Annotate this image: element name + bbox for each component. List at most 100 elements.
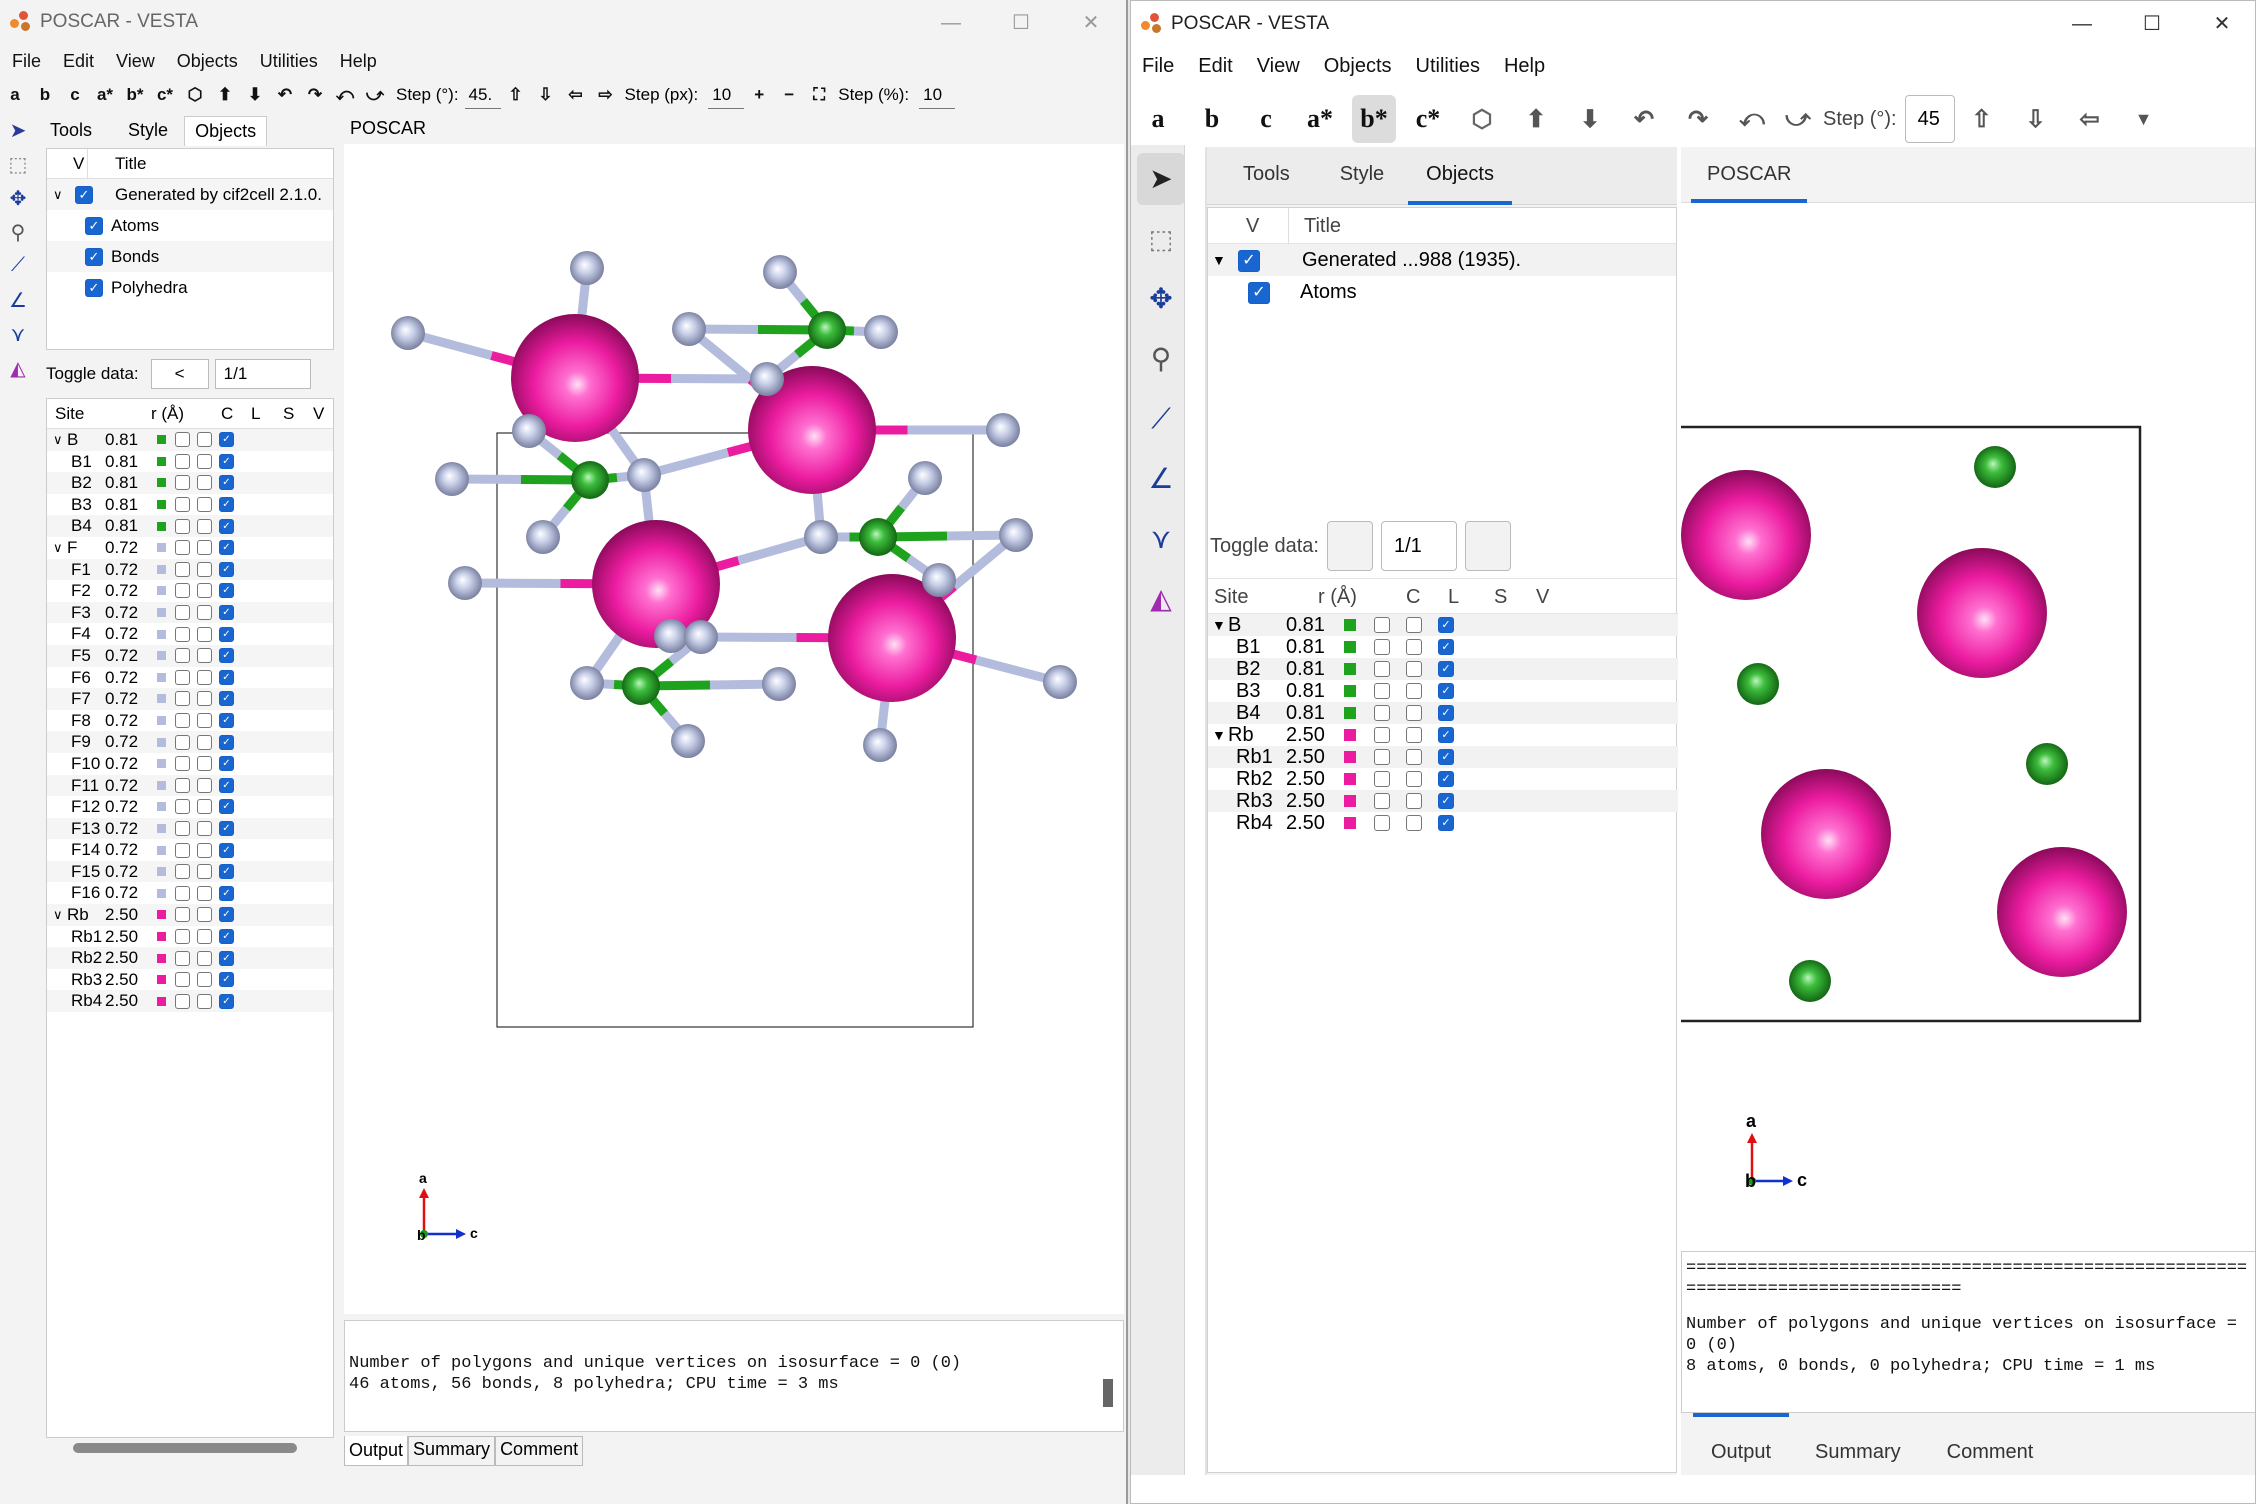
distance-tool-icon[interactable]: ⟋ — [1137, 393, 1185, 445]
site-row[interactable]: F14 0.72 ✓ — [47, 839, 333, 861]
tab-style[interactable]: Style — [1316, 147, 1408, 204]
tab-style[interactable]: Style — [98, 116, 184, 146]
site-color-swatch[interactable] — [157, 910, 166, 920]
menu-objects[interactable]: Objects — [1324, 55, 1392, 78]
view-a-button[interactable]: a — [0, 85, 30, 105]
increase-step-icon[interactable]: ⇧ — [501, 85, 531, 105]
minimize-button[interactable]: — — [2059, 7, 2105, 41]
label-checkbox[interactable] — [1374, 661, 1390, 677]
visible-checkbox[interactable]: ✓ — [1438, 705, 1454, 721]
label-checkbox[interactable] — [175, 626, 190, 642]
site-color-swatch[interactable] — [157, 888, 166, 898]
menu-help[interactable]: Help — [340, 51, 377, 72]
site-row[interactable]: F11 0.72 ✓ — [47, 774, 333, 797]
style-checkbox[interactable] — [197, 691, 212, 707]
style-checkbox[interactable] — [197, 713, 212, 729]
rotate-left-icon[interactable]: ↶ — [270, 85, 300, 105]
tab-tools[interactable]: Tools — [44, 116, 98, 146]
menu-utilities[interactable]: Utilities — [260, 51, 318, 72]
zoom-tool-icon[interactable]: ⚲ — [4, 220, 32, 245]
visible-checkbox[interactable]: ✓ — [1438, 683, 1454, 699]
view-b-star-button[interactable]: b* — [1352, 95, 1396, 143]
visible-checkbox[interactable]: ✓ — [1438, 727, 1454, 743]
pan-right-icon[interactable]: ⇨ — [591, 85, 621, 105]
site-row[interactable]: B1 0.81 ✓ — [47, 451, 333, 473]
visibility-checkbox[interactable]: ✓ — [1248, 282, 1270, 304]
tab-objects[interactable]: Objects — [184, 116, 268, 146]
site-color-swatch[interactable] — [1344, 685, 1356, 697]
style-checkbox[interactable] — [197, 605, 212, 621]
site-row[interactable]: F4 0.72 ✓ — [47, 623, 333, 645]
chevron-down-icon[interactable]: ∨ — [53, 179, 63, 210]
close-button[interactable]: ✕ — [1068, 6, 1114, 40]
site-row[interactable]: B1 0.81 ✓ — [1208, 636, 1678, 658]
visible-checkbox[interactable]: ✓ — [219, 928, 234, 944]
toggle-data-input[interactable]: 1/1 — [1380, 521, 1457, 571]
tab-summary[interactable]: Summary — [408, 1436, 496, 1466]
view-b-button[interactable]: b — [1185, 104, 1239, 134]
site-color-swatch[interactable] — [157, 672, 166, 682]
site-row[interactable]: F8 0.72 ✓ — [47, 710, 333, 732]
site-row[interactable]: Rb4 2.50 ✓ — [1208, 812, 1678, 834]
site-color-swatch[interactable] — [1344, 817, 1356, 829]
dihedral-tool-icon[interactable]: ⋎ — [1137, 513, 1185, 565]
site-color-swatch[interactable] — [157, 500, 166, 510]
style-checkbox[interactable] — [1406, 683, 1422, 699]
tab-comment[interactable]: Comment — [495, 1436, 584, 1466]
visibility-checkbox[interactable]: ✓ — [85, 217, 103, 235]
style-checkbox[interactable] — [197, 950, 212, 966]
style-checkbox[interactable] — [1406, 661, 1422, 677]
rotate-right-icon[interactable]: ↷ — [300, 85, 330, 105]
lattice-plane-tool-icon[interactable]: ◭ — [1137, 573, 1185, 625]
style-checkbox[interactable] — [197, 734, 212, 750]
visible-checkbox[interactable]: ✓ — [1438, 661, 1454, 677]
visible-checkbox[interactable]: ✓ — [219, 475, 234, 491]
style-checkbox[interactable] — [197, 432, 212, 448]
site-color-swatch[interactable] — [157, 694, 166, 704]
style-checkbox[interactable] — [197, 626, 212, 642]
lattice-plane-tool-icon[interactable]: ◭ — [4, 356, 32, 381]
select-tool-icon[interactable]: ➤ — [1137, 153, 1185, 205]
zoom-out-icon[interactable]: − — [774, 85, 804, 105]
style-checkbox[interactable] — [197, 561, 212, 577]
toggle-data-input[interactable]: 1/1 — [214, 359, 311, 389]
style-checkbox[interactable] — [197, 648, 212, 664]
site-color-swatch[interactable] — [1344, 641, 1356, 653]
label-checkbox[interactable] — [175, 993, 190, 1009]
pan-left-icon[interactable]: ⇦ — [2063, 105, 2117, 134]
site-color-swatch[interactable] — [157, 629, 166, 639]
output-console[interactable]: Number of polygons and unique vertices o… — [344, 1320, 1124, 1432]
label-checkbox[interactable] — [1374, 705, 1390, 721]
site-color-swatch[interactable] — [157, 456, 166, 466]
label-checkbox[interactable] — [175, 691, 190, 707]
label-checkbox[interactable] — [1374, 771, 1390, 787]
visible-checkbox[interactable]: ✓ — [1438, 617, 1454, 633]
style-checkbox[interactable] — [1406, 639, 1422, 655]
multi-select-tool-icon[interactable]: ⬚ — [4, 152, 32, 177]
tab-objects[interactable]: Objects — [1408, 147, 1512, 205]
style-checkbox[interactable] — [1406, 771, 1422, 787]
chevron-down-icon[interactable]: ∨ — [53, 537, 63, 559]
label-checkbox[interactable] — [175, 950, 190, 966]
menu-view[interactable]: View — [1257, 55, 1300, 78]
site-row[interactable]: F2 0.72 ✓ — [47, 580, 333, 602]
label-checkbox[interactable] — [175, 734, 190, 750]
style-checkbox[interactable] — [197, 993, 212, 1009]
site-group-row[interactable]: ▼ Rb 2.50 ✓ — [1208, 724, 1678, 746]
visible-checkbox[interactable]: ✓ — [219, 907, 234, 923]
site-color-swatch[interactable] — [157, 586, 166, 596]
visible-checkbox[interactable]: ✓ — [1438, 749, 1454, 765]
site-group-row[interactable]: ▼ B 0.81 ✓ — [1208, 614, 1678, 636]
rotate-ccw-icon[interactable]: ⤺ — [330, 85, 360, 105]
site-row[interactable]: F12 0.72 ✓ — [47, 796, 333, 818]
style-checkbox[interactable] — [1406, 727, 1422, 743]
label-checkbox[interactable] — [175, 907, 190, 923]
label-checkbox[interactable] — [1374, 639, 1390, 655]
visible-checkbox[interactable]: ✓ — [219, 713, 234, 729]
site-row[interactable]: F15 0.72 ✓ — [47, 860, 333, 883]
angle-tool-icon[interactable]: ∠ — [1137, 453, 1185, 505]
tree-item-root[interactable]: ∨ ✓ Generated by cif2cell 2.1.0. — [47, 179, 333, 210]
rotate-down-icon[interactable]: ⬇ — [1563, 105, 1617, 134]
increase-step-icon[interactable]: ⇧ — [1955, 105, 2009, 134]
label-checkbox[interactable] — [175, 648, 190, 664]
